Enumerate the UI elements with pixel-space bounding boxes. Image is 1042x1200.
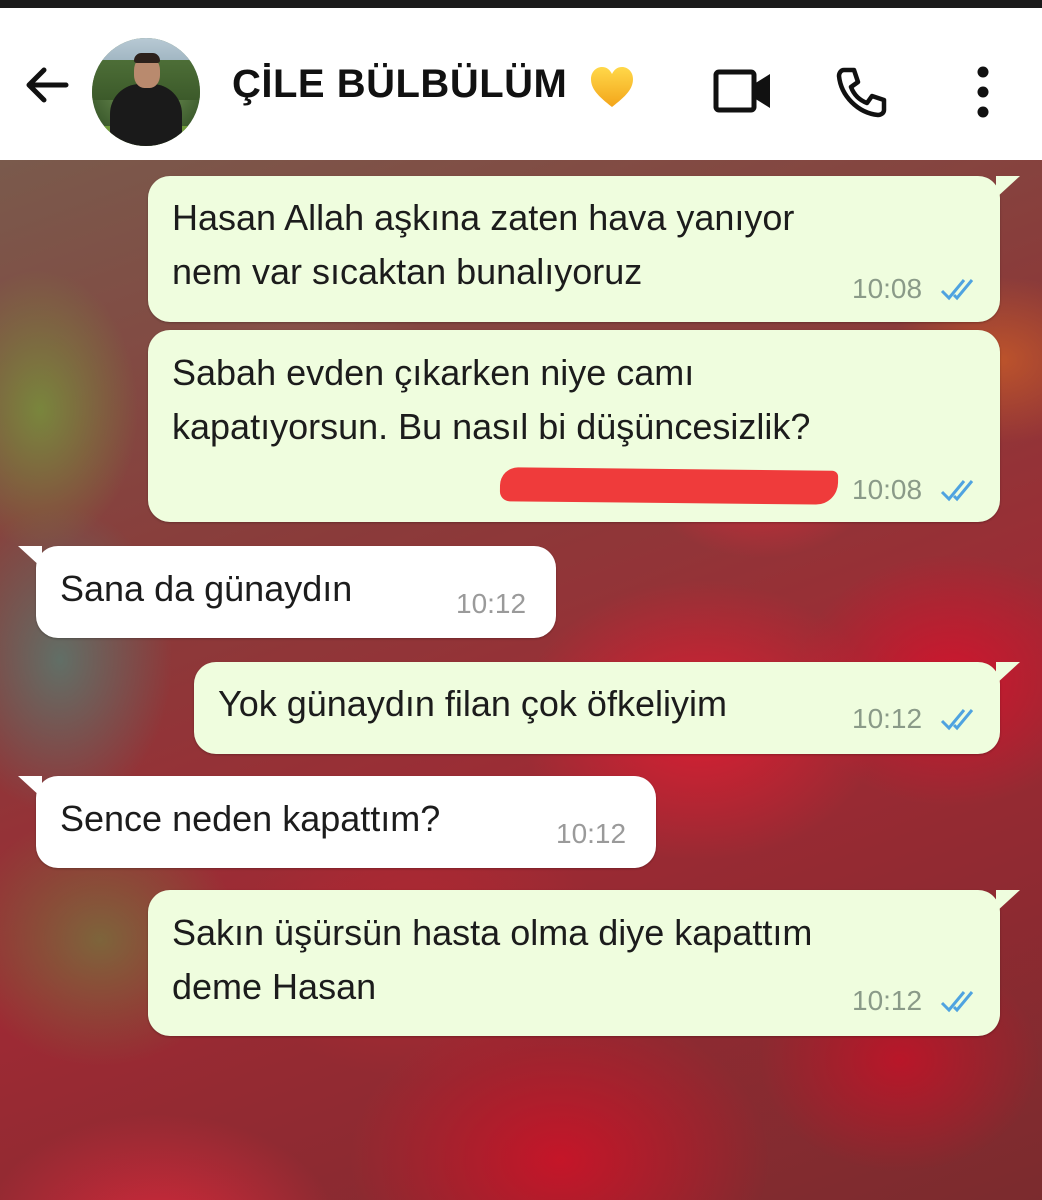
bubble-tail [18,776,42,798]
read-ticks-icon [940,480,974,502]
bubble-tail [996,176,1020,198]
video-call-icon[interactable] [712,66,774,116]
message-time: 10:08 [852,273,923,304]
message-time: 10:12 [852,985,923,1016]
message-time: 10:12 [852,703,923,734]
message-text: Hasan Allah aşkına zaten hava yanıyor ne… [172,197,795,292]
message-text: Sabah evden çıkarken niye camı kapatıyor… [172,352,811,447]
message-time: 10:12 [456,588,527,619]
message-text: Sana da günaydın [60,568,353,609]
message-time: 10:12 [556,818,627,849]
more-vert-icon[interactable] [968,64,998,120]
message-text: Sence neden kapattım? [60,798,441,839]
phone-icon[interactable] [834,64,890,120]
chat-header: ÇİLE BÜLBÜLÜM [0,8,1042,160]
redaction-mark [499,467,839,505]
avatar[interactable] [92,38,200,146]
read-ticks-icon [940,991,974,1013]
message-time: 10:08 [852,474,923,505]
message-text: Sakın üşürsün hasta olma diye kapattım d… [172,912,813,1007]
read-ticks-icon [940,709,974,731]
message-text: Yok günaydın filan çok öfkeliyim [218,683,727,724]
status-bar-edge [0,0,1042,8]
bubble-tail [18,546,42,568]
bubble-tail [996,890,1020,912]
yellow-heart-icon [591,67,633,107]
contact-name[interactable]: ÇİLE BÜLBÜLÜM [232,62,567,107]
read-ticks-icon [940,279,974,301]
bubble-tail [996,662,1020,684]
back-arrow-icon[interactable] [22,60,72,110]
